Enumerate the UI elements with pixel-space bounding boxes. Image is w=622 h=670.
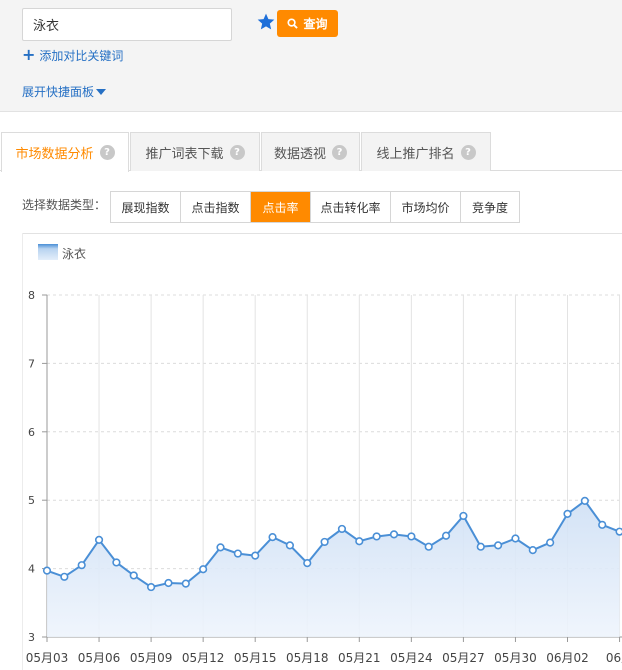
data-point bbox=[494, 541, 503, 550]
data-point bbox=[60, 572, 69, 581]
add-compare-label: 添加对比关键词 bbox=[39, 48, 124, 63]
data-point bbox=[441, 531, 451, 540]
tab-bar: 市场数据分析 ? 推广词表下载 ? 数据透视 ? 线上推广排名 ? bbox=[0, 132, 622, 172]
keyword-input[interactable] bbox=[22, 8, 232, 41]
type-impression-index[interactable]: 展现指数 bbox=[111, 192, 181, 222]
chart-top-border bbox=[22, 233, 622, 234]
data-point bbox=[615, 527, 622, 536]
data-point bbox=[563, 509, 572, 518]
data-point bbox=[389, 530, 399, 539]
x-tick-label: 05月03 bbox=[26, 651, 69, 665]
data-point bbox=[112, 558, 121, 567]
data-point bbox=[355, 537, 364, 546]
data-point bbox=[424, 542, 433, 551]
data-point bbox=[94, 535, 104, 544]
y-tick-label: 4 bbox=[28, 563, 35, 576]
data-point bbox=[77, 561, 86, 570]
ctr-line-chart: 泳衣 3 4 5 6 7 8 05月03 05月06 05月09 05月12 05月15 05月18 05… bbox=[26, 244, 622, 665]
query-button[interactable]: 查询 bbox=[277, 10, 338, 37]
help-icon[interactable]: ? bbox=[229, 144, 245, 160]
tab-data-pivot[interactable]: 数据透视 ? bbox=[261, 132, 360, 171]
add-compare-keyword-link[interactable]: + 添加对比关键词 bbox=[22, 46, 123, 64]
tab-label: 线上推广排名 bbox=[376, 146, 455, 162]
plus-icon: + bbox=[22, 45, 36, 64]
tab-keyword-download[interactable]: 推广词表下载 ? bbox=[130, 132, 260, 171]
query-button-label: 查询 bbox=[303, 17, 328, 31]
data-point bbox=[147, 582, 156, 592]
keyword-panel: 查询 + 添加对比关键词 展开快捷面板 bbox=[0, 0, 622, 112]
y-tick-label: 5 bbox=[28, 494, 35, 507]
help-icon[interactable]: ? bbox=[99, 145, 115, 160]
caret-down-icon bbox=[96, 88, 107, 95]
data-point bbox=[181, 579, 190, 588]
data-point bbox=[42, 566, 52, 575]
data-point bbox=[476, 542, 485, 551]
expand-panel-label: 展开快捷面板 bbox=[22, 85, 95, 99]
tab-label: 市场数据分析 bbox=[15, 147, 94, 162]
data-point bbox=[129, 571, 138, 580]
data-point bbox=[320, 537, 329, 547]
tab-label: 推广词表下载 bbox=[145, 146, 224, 162]
x-tick-label: 06月02 bbox=[546, 651, 589, 665]
expand-panel-link[interactable]: 展开快捷面板 bbox=[22, 83, 107, 100]
x-tick-label: 05月27 bbox=[442, 651, 485, 665]
data-point bbox=[216, 543, 225, 552]
x-tick-label: 05月30 bbox=[494, 651, 537, 665]
help-icon[interactable]: ? bbox=[332, 144, 347, 160]
type-click-index[interactable]: 点击指数 bbox=[181, 192, 251, 222]
legend-label: 泳衣 bbox=[62, 246, 86, 261]
data-point bbox=[598, 520, 607, 529]
tab-label: 数据透视 bbox=[273, 146, 326, 162]
data-point bbox=[372, 532, 381, 541]
x-tick-label: 05月12 bbox=[182, 651, 225, 665]
data-point bbox=[459, 511, 468, 521]
y-tick-label: 8 bbox=[28, 289, 35, 302]
y-tick-label: 6 bbox=[28, 426, 35, 439]
data-type-selector: 展现指数 点击指数 点击率 点击转化率 市场均价 竞争度 bbox=[110, 191, 520, 223]
data-point bbox=[511, 534, 520, 543]
type-competition[interactable]: 竞争度 bbox=[461, 192, 519, 222]
data-point bbox=[268, 533, 277, 542]
data-point bbox=[285, 541, 295, 550]
data-point bbox=[407, 532, 416, 541]
search-icon bbox=[287, 18, 299, 29]
help-icon[interactable]: ? bbox=[460, 144, 476, 160]
data-point bbox=[233, 549, 242, 558]
tab-market-analysis[interactable]: 市场数据分析 ? bbox=[1, 132, 129, 172]
x-tick-label: 05月09 bbox=[130, 651, 173, 665]
legend-swatch bbox=[38, 244, 58, 260]
x-tick-label: 05月24 bbox=[390, 651, 433, 665]
data-point bbox=[164, 578, 173, 588]
y-tick-label: 7 bbox=[28, 357, 35, 370]
y-tick-label: 3 bbox=[28, 631, 35, 644]
x-tick-label: 06月 bbox=[606, 651, 622, 665]
type-click-conversion-rate[interactable]: 点击转化率 bbox=[311, 192, 391, 222]
data-point bbox=[199, 565, 208, 574]
type-market-avg-price[interactable]: 市场均价 bbox=[391, 192, 461, 222]
data-point bbox=[528, 546, 537, 555]
tab-online-ranking[interactable]: 线上推广排名 ? bbox=[361, 132, 491, 171]
data-point bbox=[580, 496, 589, 505]
data-point bbox=[251, 551, 260, 560]
x-tick-label: 05月18 bbox=[286, 651, 329, 665]
data-point bbox=[337, 524, 347, 534]
data-point bbox=[303, 559, 312, 568]
data-type-label: 选择数据类型： bbox=[22, 198, 107, 212]
star-icon[interactable] bbox=[256, 12, 276, 32]
data-point bbox=[546, 538, 555, 547]
type-ctr[interactable]: 点击率 bbox=[251, 192, 311, 222]
x-tick-label: 05月15 bbox=[234, 651, 277, 665]
x-tick-label: 05月21 bbox=[338, 651, 381, 665]
x-tick-label: 05月06 bbox=[78, 651, 121, 665]
